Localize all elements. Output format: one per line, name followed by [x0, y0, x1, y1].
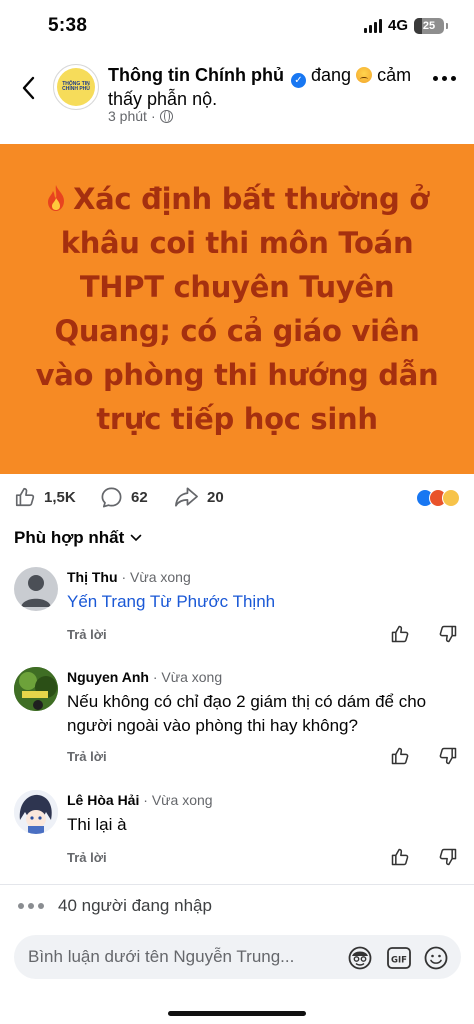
thumbs-up-icon[interactable]	[390, 847, 410, 867]
divider	[0, 884, 474, 885]
network-type: 4G	[387, 17, 408, 34]
thumbs-down-icon[interactable]	[438, 746, 458, 766]
post-time[interactable]: 3 phút	[108, 108, 147, 124]
avatar[interactable]	[14, 790, 58, 834]
battery-level: 25	[422, 19, 436, 32]
sort-label: Phù hợp nhất	[14, 528, 125, 547]
verified-badge-icon: ✓	[290, 73, 306, 88]
commenter-name[interactable]: Nguyen Anh	[67, 669, 149, 685]
comment-text: Nếu không có chỉ đạo 2 giám thị có dám đ…	[67, 692, 427, 735]
post-header: THÔNG TIN CHÍNH PHỦ Thông tin Chính phủ …	[0, 58, 474, 140]
post-headline: Xác định bất thường ở khâu coi thi môn T…	[35, 182, 439, 436]
angry-face-icon	[356, 67, 373, 83]
thumbs-up-icon	[15, 487, 35, 507]
comment-actions: Trả lời	[67, 624, 462, 646]
avatar-sticker-icon[interactable]	[347, 945, 373, 971]
comment-count: 62	[131, 489, 148, 506]
share-arrow-icon	[175, 487, 198, 507]
comment-time: Vừa xong	[161, 669, 223, 685]
default-avatar-icon	[21, 575, 51, 607]
thumbs-up-icon[interactable]	[390, 746, 410, 766]
typing-dots-icon	[18, 903, 44, 909]
comment-actions: Trả lời	[67, 847, 462, 869]
nature-avatar-icon	[14, 667, 58, 711]
page-logo: THÔNG TIN CHÍNH PHỦ	[57, 68, 95, 106]
chevron-left-icon	[22, 76, 35, 100]
post-actions-bar: 1,5K 62 20	[0, 476, 474, 520]
signal-icon	[363, 18, 382, 33]
reply-button[interactable]: Trả lời	[67, 627, 107, 642]
commenter-name[interactable]: Thị Thu	[67, 569, 118, 585]
post-image[interactable]: Xác định bất thường ở khâu coi thi môn T…	[0, 144, 474, 474]
gif-icon[interactable]: GIF	[386, 945, 412, 971]
sad-reaction-icon	[442, 489, 460, 507]
like-count: 1,5K	[44, 488, 76, 506]
reaction-summary[interactable]	[416, 489, 460, 507]
comment-button[interactable]: 62	[100, 486, 148, 509]
thumbs-down-icon[interactable]	[438, 847, 458, 867]
anime-avatar-icon	[14, 790, 58, 834]
comment-actions: Trả lời	[67, 746, 462, 768]
page-avatar[interactable]: THÔNG TIN CHÍNH PHỦ	[53, 64, 99, 110]
comment-bubble-icon	[101, 487, 122, 508]
comment-text: Thi lại à	[67, 815, 127, 834]
back-button[interactable]	[14, 72, 42, 104]
fire-icon	[48, 185, 65, 211]
comment-composer[interactable]: GIF	[14, 935, 461, 979]
avatar[interactable]	[14, 567, 58, 611]
comment-input[interactable]	[28, 935, 338, 979]
comment-time: Vừa xong	[130, 569, 191, 585]
page-name[interactable]: Thông tin Chính phủ	[108, 65, 284, 85]
status-time: 5:38	[48, 15, 88, 36]
like-button[interactable]: 1,5K	[14, 486, 76, 508]
thumbs-down-icon[interactable]	[438, 624, 458, 644]
comment-text[interactable]: Yến Trang Từ Phước Thịnh	[67, 590, 462, 614]
share-count: 20	[207, 488, 224, 506]
post-meta: 3 phút ·	[108, 108, 173, 124]
battery-icon: 25	[414, 17, 444, 34]
share-button[interactable]: 20	[174, 486, 224, 508]
reply-button[interactable]: Trả lời	[67, 749, 107, 764]
status-bar: 5:38 4G 25	[0, 0, 474, 54]
comment-sort-dropdown[interactable]: Phù hợp nhất	[14, 528, 142, 548]
globe-icon	[159, 109, 173, 123]
emoji-icon[interactable]	[423, 945, 449, 971]
thumbs-up-icon[interactable]	[390, 624, 410, 644]
more-options-button[interactable]	[433, 76, 456, 81]
meta-separator: ·	[150, 108, 156, 124]
avatar[interactable]	[14, 667, 58, 711]
typing-indicator: 40 người đang nhập	[18, 896, 212, 916]
post-author-line: Thông tin Chính phủ ✓ đang cảm thấy phẫn…	[108, 64, 424, 111]
home-indicator	[168, 1011, 306, 1016]
svg-text:GIF: GIF	[391, 956, 407, 966]
reply-button[interactable]: Trả lời	[67, 850, 107, 865]
status-indicators: 4G 25	[363, 17, 448, 34]
activity-prefix: đang	[310, 65, 352, 85]
chevron-down-icon	[130, 534, 142, 542]
comment-time: Vừa xong	[151, 792, 213, 808]
commenter-name[interactable]: Lê Hòa Hải	[67, 792, 139, 808]
typing-text: 40 người đang nhập	[58, 896, 212, 915]
